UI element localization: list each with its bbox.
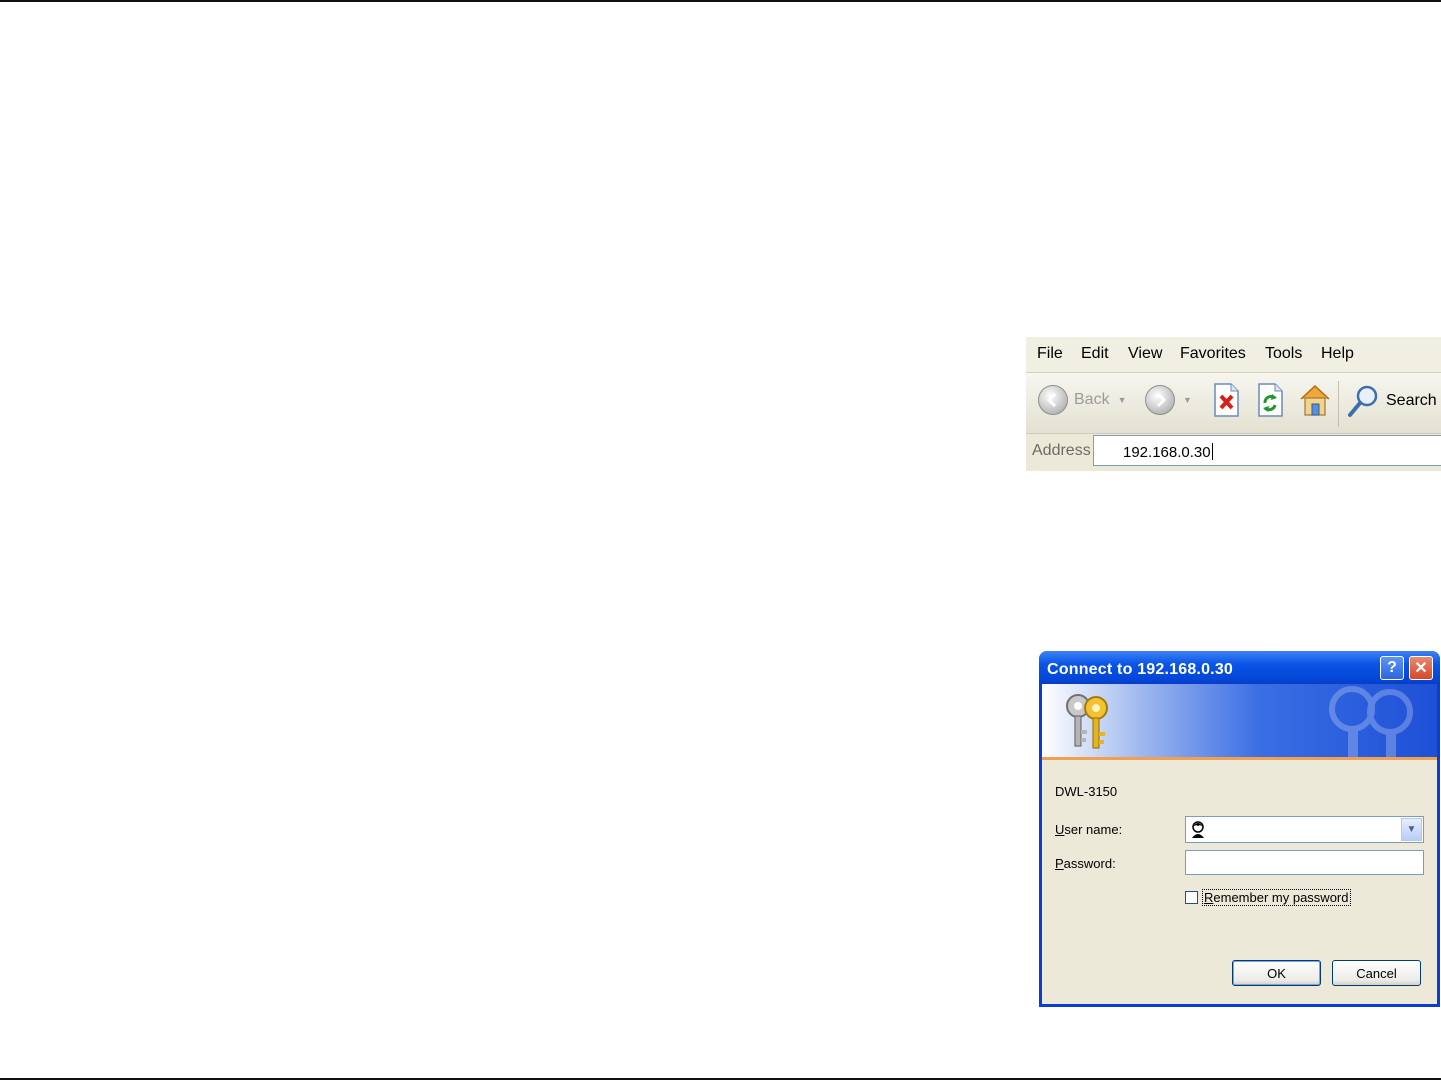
password-field[interactable]: [1185, 850, 1424, 875]
menu-favorites[interactable]: Favorites: [1180, 345, 1246, 363]
menu-bar: File Edit View Favorites Tools Help: [1026, 337, 1441, 373]
dialog-body: DWL-3150 User name: ▼ Password: Remember…: [1042, 684, 1437, 1004]
connect-dialog: Connect to 192.168.0.30 ? ✕ DWL-3150 Use…: [1039, 651, 1440, 1007]
menu-edit[interactable]: Edit: [1081, 345, 1109, 363]
username-label: User name:: [1055, 822, 1123, 837]
refresh-button[interactable]: [1257, 383, 1283, 417]
menu-tools[interactable]: Tools: [1265, 345, 1302, 363]
address-input[interactable]: 192.168.0.30: [1093, 435, 1441, 466]
remember-password-row[interactable]: Remember my password: [1185, 889, 1351, 906]
bottom-rule: [0, 1078, 1441, 1080]
username-combobox[interactable]: ▼: [1185, 816, 1424, 843]
realm-text: DWL-3150: [1055, 784, 1118, 799]
menu-view[interactable]: View: [1128, 345, 1162, 363]
close-button[interactable]: ✕: [1409, 656, 1433, 680]
ok-button[interactable]: OK: [1232, 960, 1321, 986]
remember-password-checkbox[interactable]: [1185, 891, 1198, 904]
address-value: 192.168.0.30: [1123, 444, 1211, 461]
address-bar: Address 192.168.0.30: [1026, 434, 1441, 471]
menu-file[interactable]: File: [1037, 345, 1063, 363]
keys-icon: [1066, 694, 1108, 749]
home-icon: [1300, 384, 1330, 416]
stop-icon: [1214, 383, 1239, 417]
browser-window-chrome: File Edit View Favorites Tools Help Back…: [1026, 337, 1441, 471]
user-icon: [1192, 821, 1204, 838]
forward-dropdown-icon[interactable]: ▼: [1183, 395, 1192, 405]
search-magnifier-icon: [1348, 385, 1378, 417]
dialog-titlebar[interactable]: Connect to 192.168.0.30 ? ✕: [1039, 651, 1440, 684]
help-icon: ?: [1387, 659, 1397, 676]
menu-help[interactable]: Help: [1321, 345, 1354, 363]
toolbar-separator: [1338, 381, 1339, 427]
close-icon: ✕: [1414, 660, 1428, 677]
text-caret: [1211, 443, 1213, 460]
keys-watermark-icon: [1329, 686, 1413, 757]
back-arrow-icon: [1038, 385, 1068, 415]
password-label: Password:: [1055, 856, 1116, 871]
chevron-down-icon[interactable]: ▼: [1401, 818, 1422, 841]
refresh-icon: [1258, 383, 1283, 417]
dialog-title: Connect to 192.168.0.30: [1047, 661, 1234, 678]
home-button[interactable]: [1297, 383, 1333, 417]
remember-password-label[interactable]: Remember my password: [1202, 889, 1351, 906]
help-button[interactable]: ?: [1380, 656, 1404, 680]
search-label: Search: [1386, 392, 1437, 409]
forward-arrow-icon: [1145, 385, 1175, 415]
top-rule: [0, 0, 1441, 2]
search-button[interactable]: Search: [1346, 383, 1437, 419]
back-label: Back: [1074, 391, 1110, 408]
stop-button[interactable]: [1213, 383, 1239, 417]
standard-toolbar: Back ▼ ▼ Search: [1026, 373, 1441, 434]
back-dropdown-icon[interactable]: ▼: [1118, 395, 1127, 405]
address-label: Address: [1032, 442, 1091, 459]
cancel-button[interactable]: Cancel: [1332, 960, 1421, 986]
forward-button[interactable]: ▼: [1145, 385, 1192, 415]
back-button[interactable]: Back ▼: [1038, 385, 1127, 415]
dialog-banner: [1042, 684, 1437, 760]
